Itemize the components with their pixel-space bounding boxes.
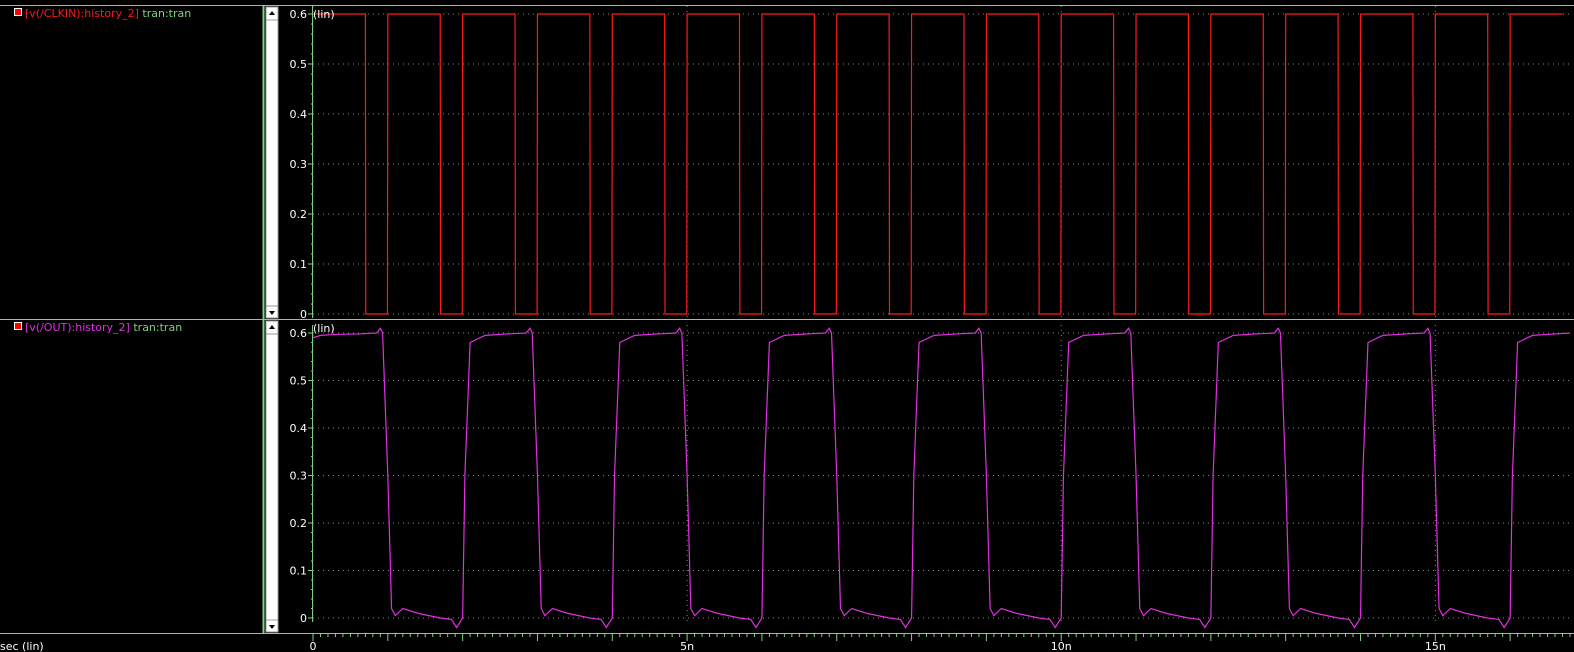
- x-tick-label: 10n: [1051, 640, 1072, 652]
- y-tick-label: 0.6: [290, 327, 308, 340]
- y-tick-label: 0.2: [290, 208, 308, 221]
- y-tick-label: 0.1: [290, 258, 308, 271]
- strip-1-plot[interactable]: 0 0.1 0.2 0.3 0.4 0.5 0.6: [290, 6, 1571, 321]
- waveform-viewer: [v(/CLKIN):history_2] tran:tran [v(/OUT)…: [0, 0, 1574, 652]
- strip-2-scrollbar[interactable]: [265, 320, 279, 633]
- x-tick-label: 0: [310, 640, 317, 652]
- y-tick-label: 0: [300, 308, 307, 321]
- y-tick-label: 0.4: [290, 108, 308, 121]
- strip-1-scrollbar[interactable]: [265, 6, 279, 319]
- series-line: [313, 13, 1563, 315]
- strip-2-plot[interactable]: 0 0.1 0.2 0.3 0.4 0.5 0.6: [290, 325, 1571, 629]
- y-tick-label: 0.2: [290, 517, 308, 530]
- y-tick-label: 0.1: [290, 565, 308, 578]
- x-axis-label: sec (lin): [0, 640, 44, 652]
- x-tick-label: 5n: [680, 640, 694, 652]
- y-tick-label: 0.6: [290, 8, 308, 21]
- strip-1-scale-tag: (lin): [313, 8, 335, 21]
- y-tick-label: 0.3: [290, 158, 308, 171]
- strip-2-scale-tag: (lin): [313, 322, 335, 335]
- y-tick-label: 0.3: [290, 470, 308, 483]
- x-tick-label: 15n: [1425, 640, 1446, 652]
- x-axis: 0 5n 10n 15n: [310, 634, 1571, 652]
- plot-canvas: 00.10.20.30.40.50.6 00.10.20.30.40.50.6 …: [0, 5, 1574, 652]
- y-tick-label: 0.5: [290, 375, 308, 388]
- series-line: [312, 327, 1571, 629]
- y-tick-label: 0.4: [290, 422, 308, 435]
- y-tick-label: 0: [300, 612, 307, 625]
- y-tick-label: 0.5: [290, 58, 308, 71]
